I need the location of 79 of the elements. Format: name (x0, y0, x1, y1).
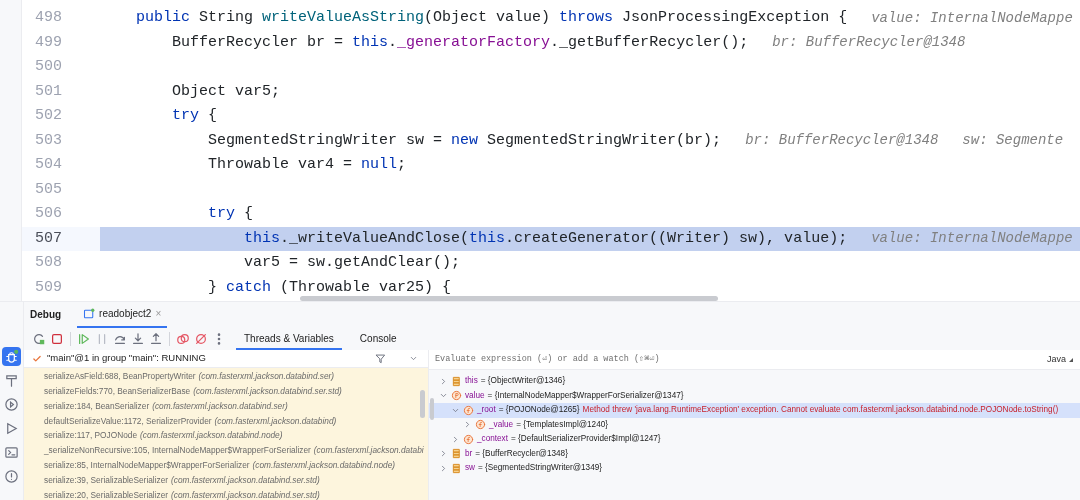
field-icon (463, 404, 474, 416)
variable-icon (451, 462, 462, 474)
inline-value-hint: sw: Segmente (962, 131, 1064, 151)
line-number: 501 (34, 81, 62, 102)
code-line: var5 = sw.getAndClear(); (243, 253, 461, 273)
code-line: BufferRecycler br = this._generatorFactory._getBufferRecycler(); (171, 32, 749, 53)
inline-value-hint: br: BufferRecycler@1348 (772, 33, 966, 53)
rerun-icon[interactable] (32, 332, 46, 346)
thread-status: "main"@1 in group "main": RUNNING (47, 351, 207, 366)
variable-row[interactable]: _context = {DefaultSerializerProvider$Impl@1247} (429, 432, 1080, 447)
code-line: public String writeValueAsString(Object value) throws JsonProcessingException { (135, 8, 848, 28)
scrollbar[interactable] (300, 296, 718, 301)
chevron-right-icon[interactable] (463, 420, 472, 430)
bug-icon[interactable] (2, 347, 21, 366)
stack-frame[interactable]: serialize:39, SerializableSerializer (com.fasterxml.jackson.databind.ser.std) (44, 472, 428, 488)
code-line: try { (207, 204, 254, 224)
code-line: this._writeValueAndClose(this.createGenerator((Writer) sw), value); (243, 228, 848, 249)
panel-title: Debug (30, 308, 62, 322)
variable-row[interactable]: value = {InternalNodeMapper$WrapperForSerializer@1347} (429, 388, 1080, 403)
caret-icon (1068, 356, 1074, 363)
scrollbar[interactable] (420, 390, 425, 418)
view-tab[interactable]: Console (351, 328, 405, 350)
stack-frame[interactable]: serialize:117, POJONode (com.fasterxml.jackson.databind.node) (44, 428, 428, 443)
line-number: 503 (34, 130, 62, 151)
chevron-right-icon[interactable] (439, 449, 448, 459)
stack-frame[interactable]: serialize:184, BeanSerializer (com.fasterxml.jackson.databind.ser) (44, 398, 428, 414)
scrollbar[interactable] (430, 398, 434, 420)
chevron-down-icon[interactable] (409, 354, 418, 363)
code-line: Throwable var4 = null; (207, 155, 407, 175)
variable-row[interactable]: br = {BufferRecycler@1348} (429, 446, 1080, 461)
line-number: 509 (34, 277, 62, 298)
inline-value-hint: value: InternalNodeMappe (871, 8, 1073, 28)
code-line: Object var5; (171, 81, 281, 102)
stop-icon[interactable] (50, 332, 64, 346)
variable-icon (451, 448, 462, 460)
breakpoints-icon[interactable] (176, 332, 190, 346)
line-number: 502 (34, 106, 62, 126)
line-number: 507 (34, 228, 62, 249)
field-icon (463, 433, 474, 445)
code-line: try { (171, 106, 218, 126)
stack-frame[interactable]: serializeFields:770, BeanSerializerBase (com.fasterxml.jackson.databind.ser.std) (44, 383, 428, 399)
check-icon (32, 353, 42, 364)
chevron-right-icon[interactable] (451, 434, 460, 444)
window-icon (83, 307, 96, 320)
variable-icon (451, 375, 462, 387)
filter-icon[interactable] (375, 353, 386, 364)
chevron-right-icon[interactable] (439, 463, 448, 473)
stack-frame[interactable]: serialize:85, InternalNodeMapper$WrapperForSerializer (com.fasterxml.jackson.databind.node) (44, 457, 428, 473)
variable-row[interactable]: _root = {POJONode@1265} Method threw 'java.lang.RuntimeException' exception. Cannot evaluate com.fasterxml.jackson.databind.node.POJONode.toString() (429, 403, 1080, 418)
resume-icon[interactable] (77, 332, 91, 346)
step-into-icon[interactable] (131, 332, 145, 346)
language-dropdown[interactable]: Java (1041, 350, 1080, 369)
line-number: 498 (34, 8, 62, 28)
step-out-icon[interactable] (149, 332, 163, 346)
line-number: 504 (34, 155, 62, 175)
inline-value-hint: br: BufferRecycler@1348 (745, 131, 939, 151)
line-number: 505 (34, 179, 62, 200)
mute-breakpoints-icon[interactable] (194, 332, 208, 346)
variable-row[interactable]: _value = {TemplatesImpl@1240} (429, 417, 1080, 432)
stack-frame[interactable]: _serializeNonRecursive:105, InternalNodeMapper$WrapperForSerializer (com.fasterxml.jackson.databi (44, 443, 428, 458)
parameter-icon (451, 390, 462, 402)
code-line: } catch (Throwable var25) { (207, 277, 452, 298)
chevron-right-icon[interactable] (439, 376, 448, 386)
warning-icon[interactable] (2, 467, 21, 486)
stack-frame[interactable]: defaultSerializeValue:1172, SerializerProvider (com.fasterxml.jackson.databind) (44, 413, 428, 429)
line-number: 499 (34, 32, 62, 53)
line-number: 506 (34, 204, 62, 224)
code-line: SegmentedStringWriter sw = new SegmentedStringWriter(br); (207, 130, 722, 151)
line-number: 508 (34, 253, 62, 273)
evaluate-field[interactable]: Evaluate expression (⏎) or add a watch (⇧⌘⏎) (429, 350, 1041, 369)
stack-frame[interactable]: serializeAsField:688, BeanPropertyWriter (com.fasterxml.jackson.databind.ser) (44, 369, 428, 384)
field-icon (475, 419, 486, 431)
inline-value-hint: value: InternalNodeMappe (871, 229, 1073, 249)
variable-row[interactable]: sw = {SegmentedStringWriter@1349} (429, 461, 1080, 476)
stack-frame[interactable]: serialize:20, SerializableSerializer (com.fasterxml.jackson.databind.ser.std) (44, 487, 428, 500)
session-tab[interactable]: readobject2 × (77, 306, 168, 328)
line-number: 500 (34, 57, 62, 77)
play-circle-icon[interactable] (2, 395, 21, 414)
variable-row[interactable]: this = {ObjectWriter@1346} (429, 374, 1080, 389)
